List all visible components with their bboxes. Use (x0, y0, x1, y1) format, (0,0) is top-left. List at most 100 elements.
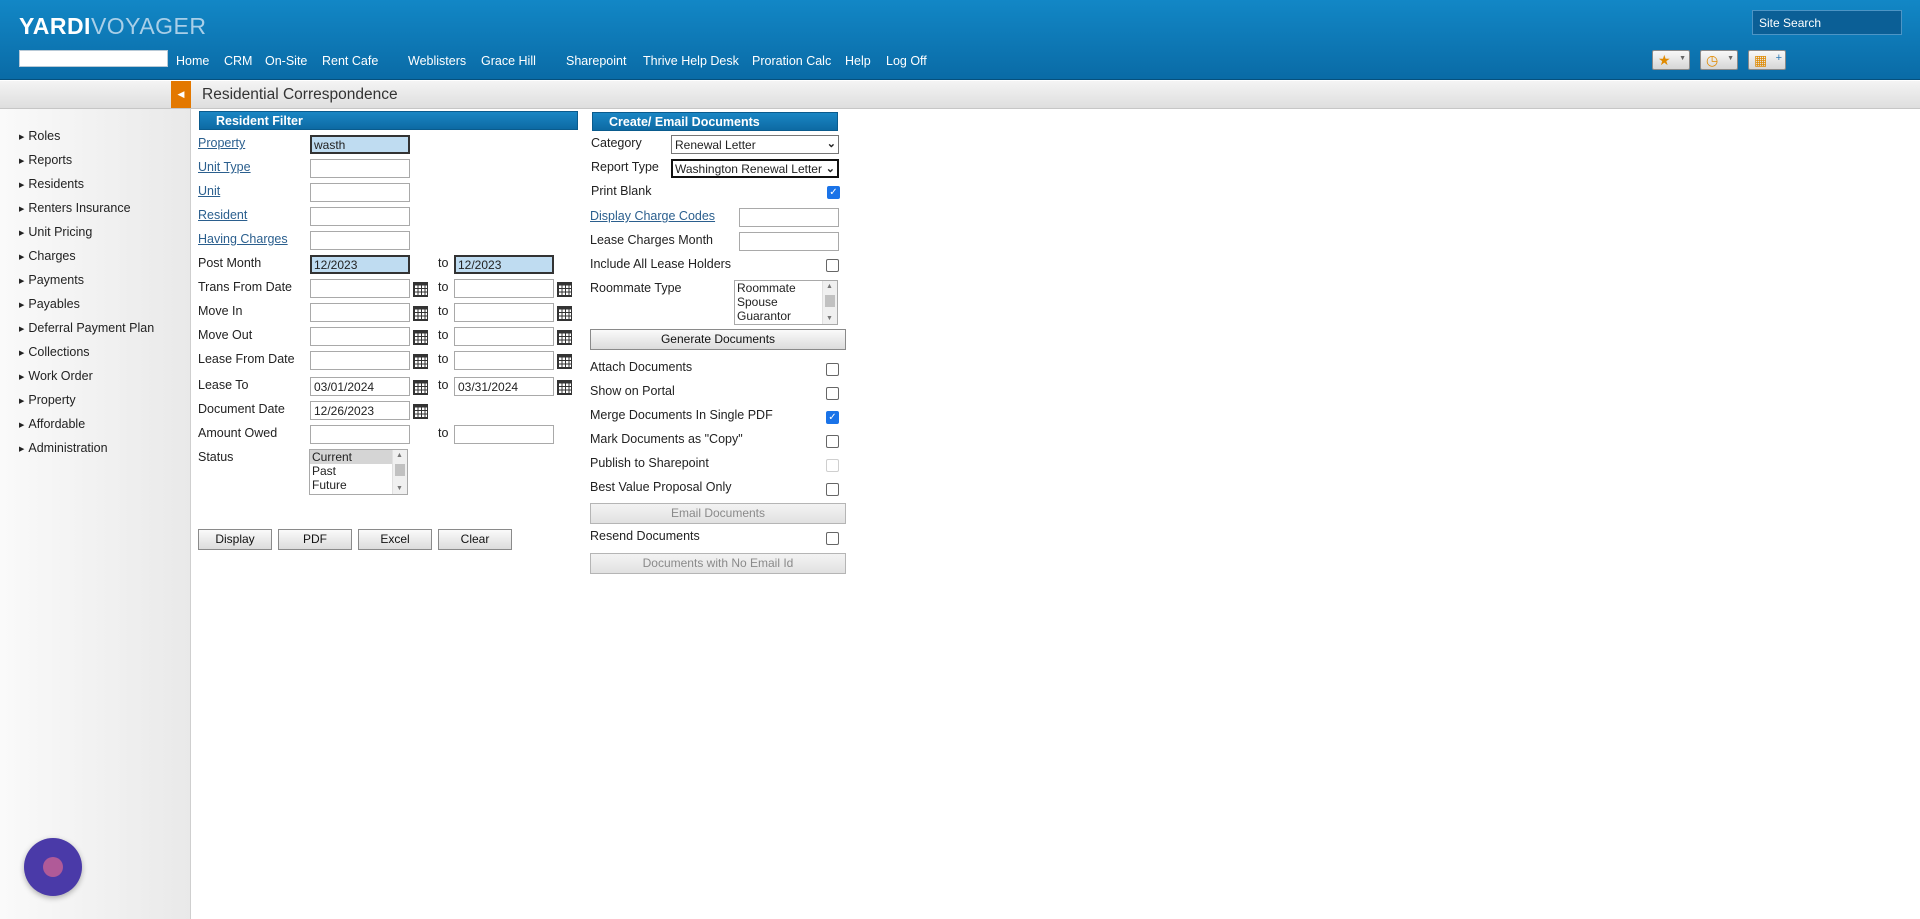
amount-owed-from-input[interactable] (310, 425, 410, 444)
nav-sharepoint[interactable]: Sharepoint (566, 54, 626, 68)
status-scrollbar[interactable]: ▲ ▼ (392, 450, 407, 494)
yardi-voyager-logo[interactable]: YARDIVOYAGER (19, 13, 207, 40)
scroll-thumb[interactable] (395, 464, 405, 476)
trans-from-date-input[interactable] (310, 279, 410, 298)
lease-from-from-input[interactable] (310, 351, 410, 370)
merge-documents-label: Merge Documents In Single PDF (590, 408, 773, 422)
nav-rent-cafe[interactable]: Rent Cafe (322, 54, 378, 68)
having-charges-link[interactable]: Having Charges (198, 232, 288, 246)
publish-to-sharepoint-checkbox[interactable] (826, 459, 839, 472)
pdf-button[interactable]: PDF (278, 529, 352, 550)
display-button[interactable]: Display (198, 529, 272, 550)
sidebar-item-renters-insurance[interactable]: ▶ Renters Insurance (19, 201, 131, 215)
calendar-icon[interactable] (413, 330, 428, 345)
sidebar-item-payments[interactable]: ▶ Payments (19, 273, 84, 287)
roommate-scrollbar[interactable]: ▲ ▼ (822, 281, 837, 324)
nav-grace-hill[interactable]: Grace Hill (481, 54, 536, 68)
report-type-select[interactable]: Washington Renewal Letter ⌄ (671, 159, 839, 178)
calendar-icon[interactable] (413, 282, 428, 297)
sidebar-item-unit-pricing[interactable]: ▶ Unit Pricing (19, 225, 92, 239)
attach-documents-checkbox[interactable] (826, 363, 839, 376)
sidebar-item-property[interactable]: ▶ Property (19, 393, 76, 407)
nav-proration-calc[interactable]: Proration Calc (752, 54, 831, 68)
sidebar-item-work-order[interactable]: ▶ Work Order (19, 369, 93, 383)
collapse-sidebar-button[interactable]: ◀ (171, 81, 191, 108)
best-value-proposal-checkbox[interactable] (826, 483, 839, 496)
calendar-icon[interactable] (557, 330, 572, 345)
nav-crm[interactable]: CRM (224, 54, 252, 68)
unit-type-input[interactable] (310, 159, 410, 178)
having-charges-input[interactable] (310, 231, 410, 250)
calendar-icon[interactable] (557, 306, 572, 321)
lease-charges-month-input[interactable] (739, 232, 839, 251)
caret-right-icon: ▶ (19, 182, 25, 189)
history-button[interactable]: ◷ ▼ (1700, 50, 1738, 70)
unit-link[interactable]: Unit (198, 184, 220, 198)
property-link[interactable]: Property (198, 136, 245, 150)
quick-search-input[interactable] (19, 50, 168, 67)
sidebar-item-affordable[interactable]: ▶ Affordable (19, 417, 85, 431)
generate-documents-button[interactable]: Generate Documents (590, 329, 846, 350)
calendar-icon[interactable] (557, 354, 572, 369)
chat-widget-button[interactable] (24, 838, 82, 896)
move-out-from-input[interactable] (310, 327, 410, 346)
report-type-label: Report Type (591, 160, 659, 174)
nav-on-site[interactable]: On-Site (265, 54, 307, 68)
calendar-icon[interactable] (557, 380, 572, 395)
sidebar-item-collections[interactable]: ▶ Collections (19, 345, 90, 359)
nav-home[interactable]: Home (176, 54, 209, 68)
display-charge-codes-input[interactable] (739, 208, 839, 227)
unit-type-link[interactable]: Unit Type (198, 160, 251, 174)
calendar-icon[interactable] (413, 354, 428, 369)
clear-button[interactable]: Clear (438, 529, 512, 550)
trans-to-date-input[interactable] (454, 279, 554, 298)
display-charge-codes-link[interactable]: Display Charge Codes (590, 209, 715, 223)
nav-weblisters[interactable]: Weblisters (408, 54, 466, 68)
sidebar-item-charges[interactable]: ▶ Charges (19, 249, 76, 263)
document-date-input[interactable]: 12/26/2023 (310, 401, 410, 420)
move-in-to-input[interactable] (454, 303, 554, 322)
lease-from-to-input[interactable] (454, 351, 554, 370)
print-blank-checkbox[interactable]: ✓ (827, 186, 840, 199)
calendar-icon[interactable] (413, 306, 428, 321)
nav-log-off[interactable]: Log Off (886, 54, 927, 68)
resident-input[interactable] (310, 207, 410, 226)
category-select[interactable]: Renewal Letter ⌄ (671, 135, 839, 154)
calendar-icon[interactable] (413, 380, 428, 395)
nav-help[interactable]: Help (845, 54, 871, 68)
calendar-icon[interactable] (413, 404, 428, 419)
show-on-portal-checkbox[interactable] (826, 387, 839, 400)
excel-button[interactable]: Excel (358, 529, 432, 550)
lease-to-to-input[interactable]: 03/31/2024 (454, 377, 554, 396)
merge-documents-checkbox[interactable]: ✓ (826, 411, 839, 424)
sidebar-item-roles[interactable]: ▶ Roles (19, 129, 60, 143)
unit-input[interactable] (310, 183, 410, 202)
post-month-from-input[interactable]: 12/2023 (310, 255, 410, 274)
nav-thrive-help-desk[interactable]: Thrive Help Desk (643, 54, 739, 68)
favorites-button[interactable]: ★ ▼ (1652, 50, 1690, 70)
sidebar-item-deferral-payment-plan[interactable]: ▶ Deferral Payment Plan (19, 321, 154, 335)
documents-no-email-button[interactable]: Documents with No Email Id (590, 553, 846, 574)
sidebar-item-reports[interactable]: ▶ Reports (19, 153, 72, 167)
caret-right-icon: ▶ (19, 446, 25, 453)
post-month-to-input[interactable]: 12/2023 (454, 255, 554, 274)
lease-to-from-input[interactable]: 03/01/2024 (310, 377, 410, 396)
status-listbox[interactable]: Current Past Future ▲ ▼ (309, 449, 408, 495)
include-all-lease-holders-checkbox[interactable] (826, 259, 839, 272)
sidebar-item-payables[interactable]: ▶ Payables (19, 297, 80, 311)
resident-link[interactable]: Resident (198, 208, 247, 222)
roommate-type-listbox[interactable]: Roommate Spouse Guarantor ▲ ▼ (734, 280, 838, 325)
scroll-thumb[interactable] (825, 295, 835, 307)
sidebar-item-administration[interactable]: ▶ Administration (19, 441, 108, 455)
dashboard-button[interactable]: ▦ + (1748, 50, 1786, 70)
move-in-from-input[interactable] (310, 303, 410, 322)
sidebar-item-residents[interactable]: ▶ Residents (19, 177, 84, 191)
resend-documents-checkbox[interactable] (826, 532, 839, 545)
mark-as-copy-checkbox[interactable] (826, 435, 839, 448)
site-search-input[interactable]: Site Search (1752, 10, 1902, 35)
email-documents-button[interactable]: Email Documents (590, 503, 846, 524)
move-out-to-input[interactable] (454, 327, 554, 346)
amount-owed-to-input[interactable] (454, 425, 554, 444)
property-input[interactable]: wasth (310, 135, 410, 154)
calendar-icon[interactable] (557, 282, 572, 297)
